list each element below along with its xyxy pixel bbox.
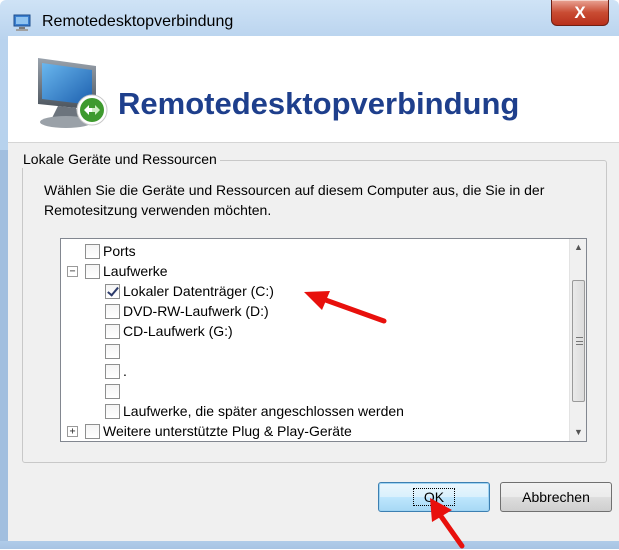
tree-item-label: Weitere unterstützte Plug & Play-Geräte xyxy=(103,423,352,439)
close-button[interactable]: X xyxy=(551,0,609,26)
cancel-button[interactable]: Abbrechen xyxy=(500,482,612,512)
tree-item-label: CD-Laufwerk (G:) xyxy=(123,323,233,339)
expand-icon[interactable]: + xyxy=(67,425,78,437)
window-title: Remotedesktopverbindung xyxy=(42,13,234,30)
tree-item[interactable]: Lokaler Datenträger (C:) xyxy=(105,281,274,301)
remote-desktop-icon xyxy=(13,14,31,31)
tree-item[interactable]: − Laufwerke xyxy=(67,261,168,281)
group-description: Wählen Sie die Geräte und Ressourcen auf… xyxy=(44,182,545,218)
banner-title: Remotedesktopverbindung xyxy=(118,86,520,121)
scroll-down-icon[interactable]: ▼ xyxy=(570,424,587,441)
dialog-content: Remotedesktopverbindung Lokale Geräte un… xyxy=(8,36,619,541)
tree-item-checkbox[interactable] xyxy=(105,363,120,379)
tree-item-label: . xyxy=(123,363,127,379)
scroll-up-icon[interactable]: ▲ xyxy=(570,239,587,256)
tree-item-checkbox[interactable] xyxy=(105,303,120,319)
header-banner: Remotedesktopverbindung xyxy=(8,36,619,142)
tree-item[interactable]: CD-Laufwerk (G:) xyxy=(105,321,233,341)
tree-item-checkbox[interactable] xyxy=(105,323,120,339)
tree-item[interactable]: . xyxy=(105,361,127,381)
tree-item[interactable]: Ports xyxy=(67,241,136,261)
tree-item-checkbox[interactable] xyxy=(105,383,120,399)
ok-button[interactable]: OK xyxy=(378,482,490,512)
tree-item-checkbox[interactable] xyxy=(85,423,100,439)
tree-item[interactable]: Laufwerke, die später angeschlossen werd… xyxy=(105,401,404,421)
tree-item-label: Ports xyxy=(103,243,136,259)
title-bar[interactable]: Remotedesktopverbindung X xyxy=(0,0,619,36)
tree-item-label: Laufwerke xyxy=(103,263,168,279)
ok-button-label: OK xyxy=(412,488,456,506)
grip-icon xyxy=(576,337,583,345)
banner-divider xyxy=(8,142,619,143)
tree-item-checkbox[interactable] xyxy=(85,243,100,259)
group-legend: Lokale Geräte und Ressourcen xyxy=(22,150,220,168)
tree-item-label: DVD-RW-Laufwerk (D:) xyxy=(123,303,269,319)
window-frame-bottom xyxy=(0,541,619,549)
tree-item-label: Laufwerke, die später angeschlossen werd… xyxy=(123,403,404,419)
device-tree[interactable]: Ports − Laufwerke Lokaler Datenträger (C:) D… xyxy=(60,238,587,442)
tree-scrollbar[interactable]: ▲ ▼ xyxy=(569,239,586,441)
tree-item-label: Lokaler Datenträger (C:) xyxy=(123,283,274,299)
tree-item-checkbox[interactable] xyxy=(105,403,120,419)
tree-item-checkbox[interactable] xyxy=(105,343,120,359)
dialog-window: Remotedesktopverbindung X Remotedesktopv… xyxy=(0,0,619,549)
tree-item-checkbox[interactable] xyxy=(85,263,100,279)
tree-item-checkbox[interactable] xyxy=(105,283,120,299)
scrollbar-thumb[interactable] xyxy=(572,280,585,402)
window-frame-left xyxy=(0,150,8,549)
remote-desktop-monitor-icon xyxy=(38,58,108,128)
tree-item[interactable] xyxy=(105,341,123,361)
collapse-icon[interactable]: − xyxy=(67,265,78,277)
tree-item[interactable]: + Weitere unterstützte Plug & Play-Geräte xyxy=(67,421,352,441)
tree-item[interactable]: DVD-RW-Laufwerk (D:) xyxy=(105,301,269,321)
tree-item[interactable] xyxy=(105,381,123,401)
